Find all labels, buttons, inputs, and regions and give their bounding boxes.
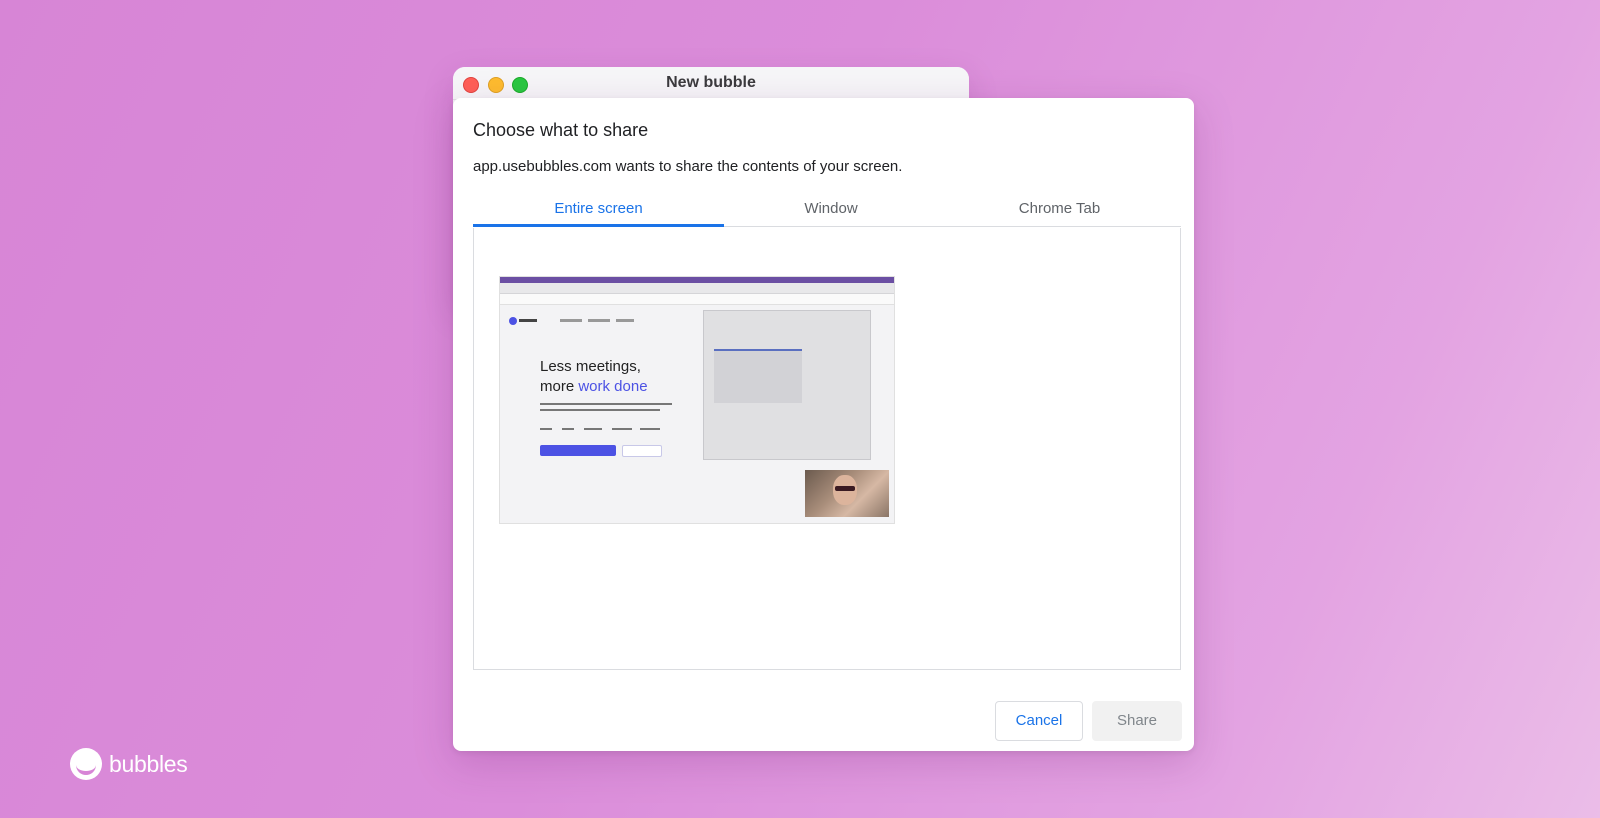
- thumb-headline: Less meetings, more work done: [540, 357, 648, 397]
- thumb-addressbar: [500, 294, 894, 305]
- dialog-subtitle: app.usebubbles.com wants to share the co…: [473, 158, 903, 175]
- thumb-secondary-button: [622, 445, 662, 457]
- thumb-headline-line1: Less meetings,: [540, 358, 641, 375]
- thumb-feature-item: [640, 428, 660, 430]
- tab-window[interactable]: Window: [724, 192, 938, 226]
- thumb-headline-accent: work done: [578, 378, 648, 395]
- share-button[interactable]: Share: [1092, 701, 1182, 741]
- thumb-nested-preview: [714, 349, 802, 403]
- brand-name: bubbles: [109, 750, 188, 777]
- thumb-body-text: [540, 409, 660, 411]
- tab-chrome-tab[interactable]: Chrome Tab: [938, 192, 1181, 226]
- thumb-headline-plain: more: [540, 378, 579, 395]
- thumb-headline-line2: more work done: [540, 377, 648, 397]
- thumb-nested-dialog: [703, 310, 871, 460]
- dialog-title: Choose what to share: [473, 120, 649, 140]
- entire-screen-thumbnail[interactable]: Less meetings, more work done: [499, 276, 895, 524]
- thumb-logo-text: [519, 319, 537, 322]
- thumb-tabstrip: [500, 283, 894, 294]
- thumb-feature-item: [612, 428, 632, 430]
- thumb-body-text: [540, 403, 672, 405]
- bubbles-brand: bubbles: [70, 747, 188, 781]
- thumb-nav-item: [588, 319, 610, 322]
- share-preview-panel: Less meetings, more work done: [473, 228, 1181, 670]
- screen-share-dialog: Choose what to share app.usebubbles.com …: [453, 98, 1194, 751]
- bubbles-logo-icon: [70, 748, 102, 780]
- thumb-nav-item: [560, 319, 582, 322]
- tab-entire-screen[interactable]: Entire screen: [473, 192, 724, 227]
- thumb-nav-item: [616, 319, 634, 322]
- thumb-feature-item: [584, 428, 602, 430]
- thumb-webcam-bubble: [805, 470, 889, 517]
- window-title: New bubble: [666, 74, 756, 91]
- thumb-nested-tab-bar: [714, 349, 802, 351]
- thumb-cta-button: [540, 445, 616, 456]
- thumb-feature-item: [562, 428, 574, 430]
- thumb-feature-item: [540, 428, 552, 430]
- cancel-button[interactable]: Cancel: [995, 701, 1083, 741]
- share-source-tabs: Entire screen Window Chrome Tab: [473, 192, 1181, 227]
- window-titlebar: New bubble: [453, 67, 969, 100]
- thumb-webcam-glasses: [835, 486, 855, 491]
- thumb-logo-icon: [509, 317, 517, 325]
